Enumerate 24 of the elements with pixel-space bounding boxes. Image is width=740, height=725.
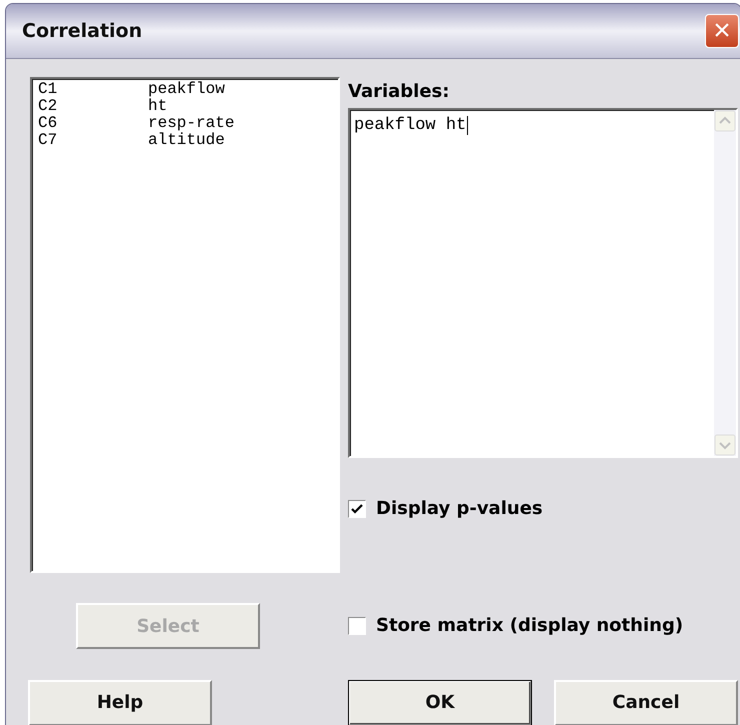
variables-label: Variables: [348,81,450,102]
checkbox[interactable] [348,500,366,518]
ok-button[interactable]: OK [348,680,532,725]
close-button[interactable]: × [705,14,739,48]
scroll-up-icon[interactable] [714,110,736,132]
cancel-button[interactable]: Cancel [554,680,738,725]
column-list[interactable]: C1 peakflow C2 ht C6 resp-rate C7 altitude [30,77,340,573]
column-id[interactable]: C2 [38,98,148,115]
column-name[interactable]: peakflow [148,81,225,98]
column-id[interactable]: C1 [38,81,148,98]
window-title: Correlation [22,20,142,42]
help-button[interactable]: Help [28,680,212,725]
variables-field[interactable]: peakflow ht [348,108,738,458]
scrollbar[interactable] [714,110,736,456]
column-name[interactable]: ht [148,98,168,115]
column-id[interactable]: C6 [38,115,148,132]
scroll-down-icon[interactable] [714,434,736,456]
checkbox-label[interactable]: Store matrix (display nothing) [376,615,684,636]
column-name[interactable]: altitude [148,132,225,149]
column-name[interactable]: resp-rate [148,115,234,132]
checkbox-label[interactable]: Display p-values [376,498,543,519]
check-icon [351,502,363,514]
column-id[interactable]: C7 [38,132,148,149]
checkbox[interactable] [348,616,366,635]
